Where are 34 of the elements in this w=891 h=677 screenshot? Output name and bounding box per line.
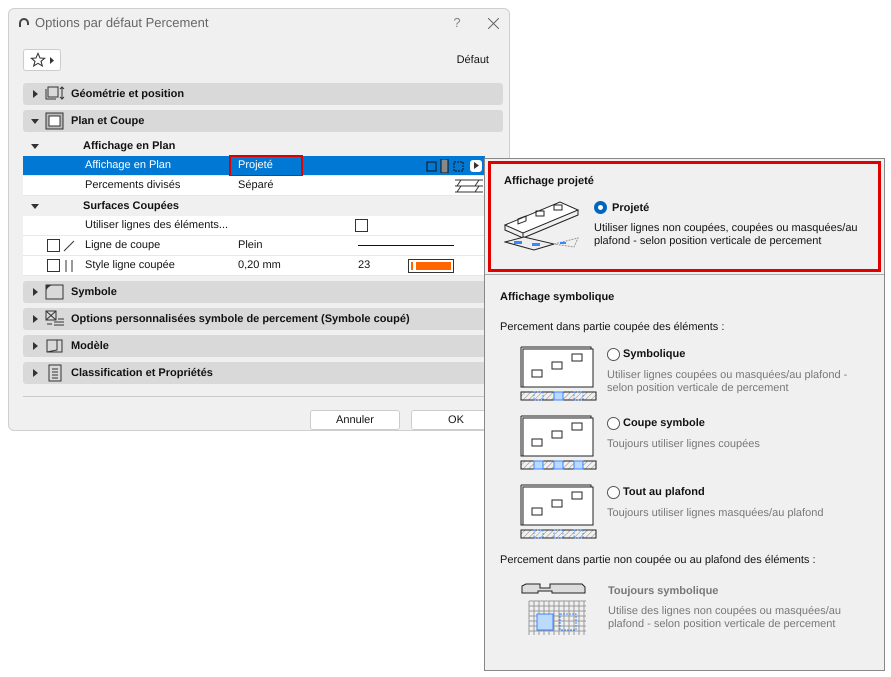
option-label: Coupe symbole <box>623 416 705 431</box>
section-title: Modèle <box>71 338 109 354</box>
option-description: Utilise des lignes non coupées ou masquées/au plafond - selon position verticale de percement <box>608 605 842 631</box>
property-label: Utiliser lignes des éléments... <box>85 218 230 234</box>
section-title: Plan et Coupe <box>71 114 144 129</box>
property-label: Percements divisés <box>85 178 182 194</box>
panel-heading: Affichage symbolique <box>500 290 616 305</box>
option-label: Symbolique <box>623 347 686 362</box>
option-description: Toujours utiliser lignes coupées <box>607 438 761 450</box>
option-description: Utiliser lignes coupées ou masquées/au plafond - selon position verticale de percement <box>607 368 848 394</box>
section-title: Géométrie et position <box>71 86 184 102</box>
property-value: Projeté <box>230 156 302 176</box>
section-title: Symbole <box>71 284 117 300</box>
group-title: Affichage en Plan <box>83 138 176 154</box>
section-caption: Percement dans partie coupée des éléments : <box>500 320 726 334</box>
section-caption: Percement dans partie non coupée ou au plafond des éléments : <box>500 553 817 568</box>
option-description: Toujours utiliser lignes masquées/au plafond <box>607 506 824 520</box>
property-value: 0,20 mm <box>237 258 282 274</box>
pen-number: 23 <box>358 258 372 274</box>
window-title: Options par défaut Percement <box>35 14 208 32</box>
group-title: Surfaces Coupées <box>83 198 179 214</box>
panel-heading: Affichage projeté <box>504 174 595 189</box>
property-label: Style ligne coupée <box>85 258 176 274</box>
section-title: Classification et Propriétés <box>71 366 213 381</box>
property-value: Plein <box>237 238 264 254</box>
section-title: Options personnalisées symbole de percement (Symbole coupé) <box>71 312 410 327</box>
option-description: Utiliser lignes non coupées, coupées ou masquées/au plafond - selon position verticale de percement <box>594 222 859 248</box>
favorite-name: Défaut <box>456 52 489 68</box>
option-label: Projeté <box>612 200 650 216</box>
option-label: Tout au plafond <box>623 485 705 500</box>
option-label: Toujours symbolique <box>608 584 720 598</box>
property-label: Ligne de coupe <box>85 238 162 254</box>
property-label: Affichage en Plan <box>85 158 172 174</box>
property-value: Séparé <box>237 178 274 194</box>
